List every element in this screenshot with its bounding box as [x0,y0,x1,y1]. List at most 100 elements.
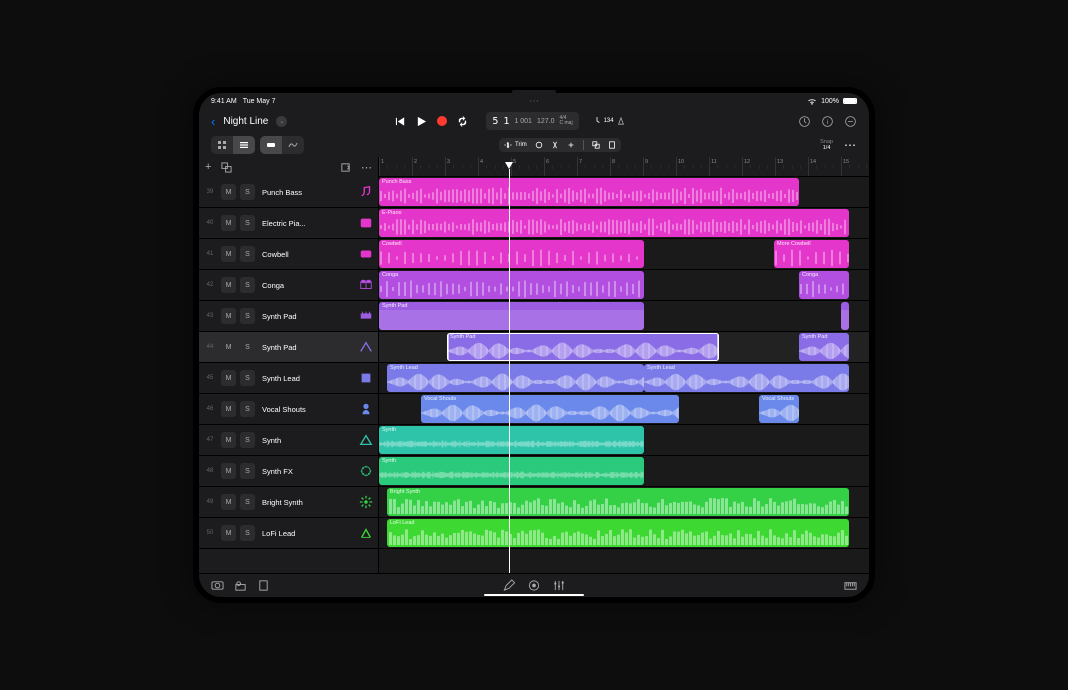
automation-view-button[interactable] [282,136,304,154]
region-11[interactable]: Synth Lead [644,364,849,392]
track-41[interactable]: 41MSCowbell [199,239,378,270]
smart-controls-button[interactable] [528,579,541,592]
mute-button[interactable]: M [221,339,236,355]
camera-button[interactable] [211,579,224,592]
region-5[interactable]: Conga [799,271,849,299]
region-handle-left[interactable] [447,333,449,361]
track-name[interactable]: Electric Pia... [259,219,354,228]
region-6[interactable]: Synth Pad [379,302,644,330]
mixer-button[interactable] [553,579,566,592]
lane-40[interactable]: E-Piano [379,208,869,239]
track-name[interactable]: Synth Pad [259,312,354,321]
track-name[interactable]: Synth Pad [259,343,354,352]
solo-button[interactable]: S [240,432,255,448]
join-tool[interactable] [567,141,575,149]
solo-button[interactable]: S [240,339,255,355]
solo-button[interactable]: S [240,308,255,324]
region-15[interactable]: Synth [379,457,644,485]
region-16[interactable]: Bright Synth [387,488,849,516]
track-45[interactable]: 45MSSynth Lead [199,363,378,394]
mute-button[interactable]: M [221,277,236,293]
solo-button[interactable]: S [240,215,255,231]
tuner-display[interactable]: 134 [593,117,625,125]
region-7[interactable] [841,302,849,330]
home-indicator[interactable] [484,594,584,597]
track-49[interactable]: 49MSBright Synth [199,487,378,518]
region-1[interactable]: E-Piano [379,209,849,237]
snap-setting[interactable]: Snap 1/4 [820,139,833,151]
mute-button[interactable]: M [221,463,236,479]
track-46[interactable]: 46MSVocal Shouts [199,394,378,425]
track-more-button[interactable]: ⋯ [361,161,372,174]
keyboard-button[interactable] [844,579,857,592]
regions-view-button[interactable] [260,136,282,154]
mute-button[interactable]: M [221,401,236,417]
grid-view-button[interactable] [211,136,233,154]
lane-47[interactable]: Synth [379,425,869,456]
lcd-display[interactable]: 5 1 1 001 127.0 4/4 C maj [486,112,578,130]
region-12[interactable]: Vocal Shouts [421,395,679,423]
add-track-button[interactable]: + [205,161,211,173]
lane-50[interactable]: LoFi Lead [379,518,869,549]
solo-button[interactable]: S [240,463,255,479]
cycle-button[interactable] [457,116,468,127]
duplicate-track-button[interactable] [221,162,232,173]
playhead[interactable] [509,169,510,573]
play-button[interactable] [416,116,427,127]
project-chevron-icon[interactable]: ⌄ [276,116,287,127]
track-name[interactable]: Vocal Shouts [259,405,354,414]
solo-button[interactable]: S [240,370,255,386]
record-button[interactable] [437,116,447,126]
track-name[interactable]: Synth FX [259,467,354,476]
mute-button[interactable]: M [221,370,236,386]
move-tool[interactable]: Trim [504,141,527,149]
help-icon[interactable]: i [821,115,834,128]
track-name[interactable]: Conga [259,281,354,290]
copy-tool[interactable] [592,141,600,149]
more-handle[interactable]: ⋯ [529,96,539,107]
region-0[interactable]: Punch Bass [379,178,799,206]
notes-button[interactable] [257,579,270,592]
lane-41[interactable]: CowbellMore Cowbell [379,239,869,270]
region-14[interactable]: Synth [379,426,644,454]
track-name[interactable]: LoFi Lead [259,529,354,538]
mute-button[interactable]: M [221,432,236,448]
more-button[interactable]: ⋯ [844,138,857,152]
track-name[interactable]: Synth Lead [259,374,354,383]
lane-42[interactable]: Conga Conga [379,270,869,301]
lane-46[interactable]: Vocal Shouts Vocal Shouts [379,394,869,425]
region-9[interactable]: Synth Pad [799,333,849,361]
region-handle-right[interactable] [717,333,719,361]
solo-button[interactable]: S [240,184,255,200]
lane-45[interactable]: Synth LeadSynth Lead [379,363,869,394]
solo-button[interactable]: S [240,494,255,510]
track-47[interactable]: 47MSSynth [199,425,378,456]
split-tool[interactable] [551,141,559,149]
solo-button[interactable]: S [240,246,255,262]
library-button[interactable] [234,579,247,592]
project-name[interactable]: Night Line [223,116,268,127]
track-name[interactable]: Cowbell [259,250,354,259]
region-10[interactable]: Synth Lead [387,364,644,392]
mute-button[interactable]: M [221,215,236,231]
mute-button[interactable]: M [221,525,236,541]
track-43[interactable]: 43MSSynth Pad [199,301,378,332]
track-40[interactable]: 40MSElectric Pia... [199,208,378,239]
paste-tool[interactable] [608,141,616,149]
mute-button[interactable]: M [221,246,236,262]
region-13[interactable]: Vocal Shouts [759,395,799,423]
solo-button[interactable]: S [240,277,255,293]
back-button[interactable]: ‹ [211,114,215,129]
lane-48[interactable]: Synth [379,456,869,487]
settings-icon[interactable] [844,115,857,128]
region-17[interactable]: LoFi Lead [387,519,849,547]
mute-button[interactable]: M [221,184,236,200]
track-39[interactable]: 39MSPunch Bass [199,177,378,208]
track-50[interactable]: 50MSLoFi Lead [199,518,378,549]
region-4[interactable]: Conga [379,271,644,299]
track-44[interactable]: 44MSSynth Pad [199,332,378,363]
solo-button[interactable]: S [240,525,255,541]
history-icon[interactable] [798,115,811,128]
track-output-button[interactable] [340,162,351,173]
track-name[interactable]: Synth [259,436,354,445]
